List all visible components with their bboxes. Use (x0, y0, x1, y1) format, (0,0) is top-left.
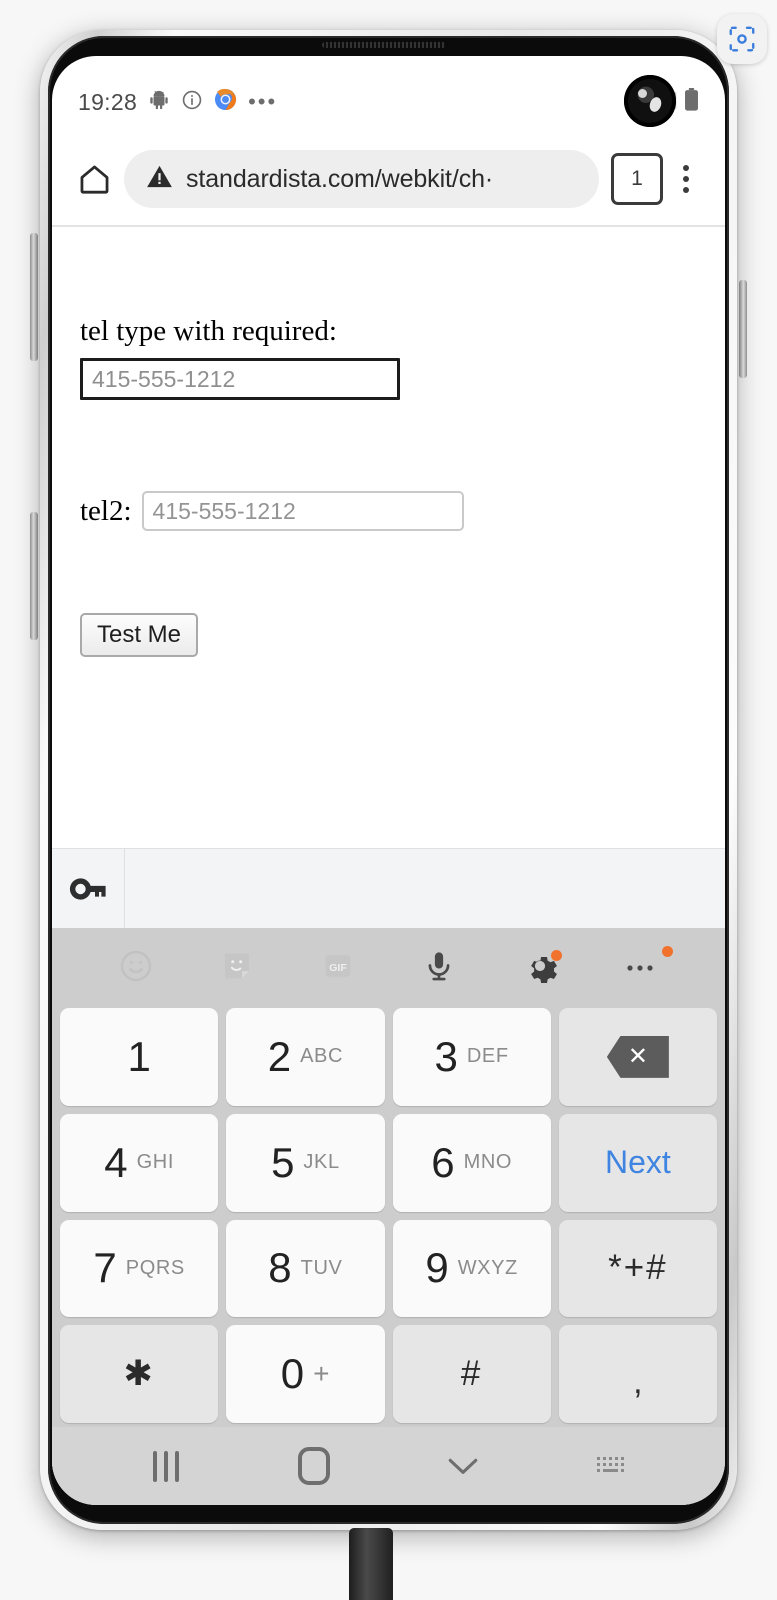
chrome-browser-icon (214, 88, 237, 116)
key-3-letters: DEF (466, 1045, 509, 1068)
tab-count-label: 1 (631, 167, 643, 190)
backspace-icon: ✕ (606, 1035, 669, 1078)
key-next-label: Next (604, 1144, 671, 1181)
key-comma-label: , (633, 1362, 643, 1401)
key-4-letters: GHI (136, 1151, 174, 1174)
tel2-label: tel2: (80, 494, 132, 527)
battery-icon (684, 88, 699, 116)
password-key-icon[interactable] (52, 849, 125, 929)
autofill-suggestion-bar (52, 848, 725, 929)
more-options-badge-dot (661, 946, 673, 957)
home-icon[interactable] (68, 162, 120, 197)
earpiece-speaker (322, 42, 446, 48)
more-notifications-icon: ••• (248, 89, 278, 114)
emoji-icon[interactable] (86, 928, 187, 1004)
keyboard-row-3: 7 PQRS 8 TUV 9 WXYZ *+# (58, 1216, 719, 1322)
key-0-digit: 0 (280, 1350, 305, 1398)
gear-badge-dot (550, 950, 562, 961)
keyboard-switcher-icon[interactable] (537, 1455, 685, 1477)
browser-toolbar: standardista.com/webkit/ch· 1 (52, 132, 725, 226)
screenshot-scan-icon[interactable] (717, 14, 767, 64)
key-7-letters: PQRS (125, 1256, 185, 1279)
key-0[interactable]: 0 + (226, 1325, 385, 1423)
power-button[interactable] (739, 280, 747, 378)
tel1-label: tel type with required: (80, 315, 337, 347)
key-hash-label: # (460, 1354, 483, 1394)
more-options-icon[interactable] (590, 928, 691, 1004)
keyboard-row-2: 4 GHI 5 JKL 6 MNO Next (58, 1110, 719, 1216)
info-circle-icon (181, 89, 203, 116)
test-me-button[interactable]: Test Me (80, 613, 199, 657)
tab-switcher-button[interactable]: 1 (611, 153, 663, 205)
key-8-letters: TUV (300, 1256, 343, 1279)
web-page-content: tel type with required: 415-555-1212 tel… (52, 227, 725, 848)
status-bar-left: 19:28 ••• (78, 88, 277, 116)
status-clock: 19:28 (78, 88, 138, 115)
overflow-menu-icon[interactable] (663, 165, 709, 193)
key-8-digit: 8 (268, 1244, 292, 1292)
key-2-letters: ABC (300, 1045, 344, 1068)
key-1[interactable]: 1 (60, 1008, 219, 1106)
key-0-plus: + (313, 1358, 331, 1390)
phone-screen: 19:28 ••• standardista.com/webkit/ch· 1 … (52, 56, 725, 1505)
key-asterisk[interactable]: ✱ (60, 1325, 219, 1423)
settings-gear-icon[interactable] (489, 928, 590, 1004)
tel1-input[interactable]: 415-555-1212 (80, 358, 400, 400)
not-secure-warning-icon[interactable] (146, 163, 173, 195)
keyboard-key-grid: 1 2 ABC 3 DEF ✕ 4 GHI 5 JKL 6 MNO Next 7… (52, 1004, 725, 1427)
key-9-letters: WXYZ (457, 1256, 518, 1279)
svg-text:GIF: GIF (329, 963, 347, 974)
android-robot-icon (148, 89, 170, 116)
url-omnibox[interactable]: standardista.com/webkit/ch· (124, 150, 599, 208)
key-5-letters: JKL (303, 1151, 340, 1174)
usb-cable (349, 1528, 393, 1600)
numeric-keyboard: GIF 1 2 ABC 3 DEF ✕ 4 GHI 5 JKL 6 MNO Ne… (52, 928, 725, 1505)
gif-icon[interactable]: GIF (288, 928, 389, 1004)
recent-apps-icon[interactable] (92, 1450, 240, 1482)
key-2[interactable]: 2 ABC (226, 1008, 385, 1106)
key-1-digit: 1 (127, 1032, 151, 1080)
url-text: standardista.com/webkit/ch· (186, 164, 494, 193)
front-camera-punch-hole (624, 75, 676, 127)
key-6-letters: MNO (463, 1151, 513, 1174)
tel2-field-row: tel2: 415-555-1212 (52, 400, 725, 531)
key-7-digit: 7 (93, 1244, 117, 1292)
tel2-input[interactable]: 415-555-1212 (141, 491, 464, 531)
key-2-digit: 2 (267, 1032, 292, 1080)
key-next[interactable]: Next (558, 1113, 717, 1212)
key-symbols[interactable]: *+# (558, 1219, 717, 1318)
sticker-icon[interactable] (187, 928, 288, 1004)
key-9[interactable]: 9 WXYZ (392, 1219, 551, 1318)
key-comma[interactable]: , (558, 1325, 717, 1423)
key-4-digit: 4 (104, 1138, 128, 1186)
keyboard-row-1: 1 2 ABC 3 DEF ✕ (58, 1004, 719, 1110)
home-button-icon[interactable] (240, 1447, 388, 1485)
android-navigation-bar (52, 1427, 725, 1505)
key-backspace[interactable]: ✕ (558, 1008, 717, 1106)
keyboard-row-4: ✱ 0 + # , (58, 1321, 719, 1427)
key-6[interactable]: 6 MNO (392, 1113, 551, 1212)
keyboard-toolbar: GIF (52, 928, 725, 1004)
volume-up-button[interactable] (30, 233, 38, 361)
key-3[interactable]: 3 DEF (392, 1008, 551, 1106)
microphone-icon[interactable] (388, 928, 489, 1004)
key-7[interactable]: 7 PQRS (60, 1219, 219, 1318)
key-3-digit: 3 (434, 1032, 458, 1080)
volume-down-button[interactable] (30, 512, 38, 640)
key-5[interactable]: 5 JKL (226, 1113, 385, 1212)
key-asterisk-label: ✱ (123, 1354, 155, 1394)
key-9-digit: 9 (425, 1244, 449, 1292)
key-4[interactable]: 4 GHI (60, 1113, 219, 1212)
key-8[interactable]: 8 TUV (226, 1219, 385, 1318)
key-5-digit: 5 (271, 1138, 295, 1186)
autofill-suggestion-area[interactable] (125, 849, 725, 929)
key-hash[interactable]: # (392, 1325, 551, 1423)
key-6-digit: 6 (431, 1138, 455, 1186)
dismiss-keyboard-chevron-icon[interactable] (389, 1454, 537, 1478)
key-symbols-label: *+# (608, 1248, 668, 1288)
